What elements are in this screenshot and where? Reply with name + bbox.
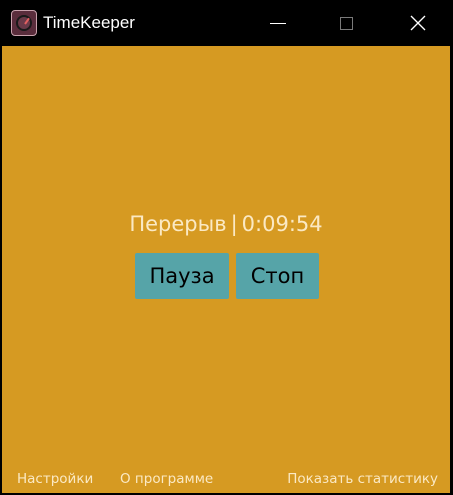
timer-status: Перерыв | 0:09:54 <box>2 209 450 239</box>
timer-separator: | <box>230 212 238 236</box>
window-edge-marker <box>0 258 2 268</box>
main-panel: Перерыв | 0:09:54 Пауза Стоп Настройки О п… <box>2 46 450 493</box>
minimize-button[interactable] <box>255 0 301 46</box>
about-link[interactable]: О программе <box>120 470 213 488</box>
timer-time: 0:09:54 <box>241 212 323 236</box>
show-statistics-link[interactable]: Показать статистику <box>287 470 438 488</box>
close-icon <box>410 15 426 31</box>
title-bar[interactable]: TimeKeeper <box>0 0 453 46</box>
maximize-button[interactable] <box>323 0 369 46</box>
minimize-icon <box>270 22 286 24</box>
pause-button[interactable]: Пауза <box>135 253 229 299</box>
window-title: TimeKeeper <box>43 13 135 32</box>
maximize-icon <box>339 16 353 30</box>
stop-button[interactable]: Стоп <box>236 253 319 299</box>
stopwatch-icon <box>11 10 37 36</box>
settings-link[interactable]: Настройки <box>17 470 93 488</box>
timer-mode: Перерыв <box>129 212 227 236</box>
app-window: TimeKeeper Перерыв | 0:09:54 Пауза Стоп На… <box>0 0 453 495</box>
close-button[interactable] <box>395 0 441 46</box>
